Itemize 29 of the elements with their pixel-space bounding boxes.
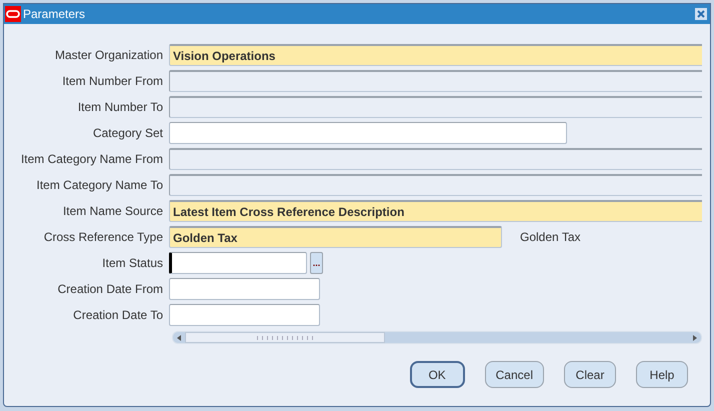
input-field[interactable]	[169, 278, 320, 300]
field-label: Master Organization	[54, 48, 164, 62]
input-field[interactable]: Golden Tax	[169, 226, 502, 248]
field-label: Item Category Name To	[36, 178, 164, 192]
dialog-button[interactable]: Help	[636, 361, 688, 388]
field-label: Item Number To	[76, 100, 164, 114]
field-description: Golden Tax	[520, 230, 580, 244]
horizontal-scrollbar[interactable]	[172, 331, 702, 344]
field-label: Creation Date To	[72, 308, 164, 322]
field-label: Cross Reference Type	[42, 230, 164, 244]
scroll-thumb[interactable]	[185, 332, 385, 343]
field-label: Item Number From	[61, 74, 164, 88]
input-field[interactable]	[169, 122, 567, 144]
input-field[interactable]: Latest Item Cross Reference Description	[169, 200, 702, 222]
list-of-values-button[interactable]: ...	[310, 252, 323, 274]
input-field[interactable]: Vision Operations	[169, 44, 702, 66]
field-label: Item Category Name From	[20, 152, 164, 166]
field-label: Item Name Source	[62, 204, 164, 218]
dialog-button[interactable]: Cancel	[484, 361, 544, 388]
dialog-button[interactable]: Clear	[564, 361, 616, 388]
input-field[interactable]	[169, 252, 307, 274]
app-logo-icon	[5, 6, 21, 22]
field-label: Creation Date From	[56, 282, 164, 296]
input-field[interactable]	[169, 304, 320, 326]
field-label: Category Set	[92, 126, 164, 140]
dialog-button[interactable]: OK	[410, 361, 465, 388]
window-title: Parameters	[23, 7, 86, 21]
field-label: Item Status	[101, 256, 164, 270]
close-icon[interactable]	[695, 8, 707, 20]
